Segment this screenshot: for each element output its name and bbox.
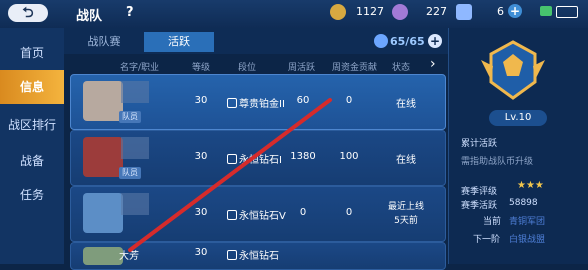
rank: 永恒钻石	[227, 247, 279, 262]
gem-amount: 227	[426, 5, 447, 18]
next-value: 白银战盟	[509, 235, 546, 245]
header-name: 名字/职业	[120, 63, 160, 73]
help-button[interactable]: ?	[126, 5, 134, 20]
gold-amount: 1127	[356, 5, 384, 18]
accum-label: 累计活跃	[461, 139, 498, 149]
tab-bar: 战队赛 活跃 65/65 +	[64, 28, 448, 54]
diamond-icon	[392, 4, 408, 20]
blurred-name	[121, 193, 149, 215]
add-ticket-button[interactable]: +	[508, 4, 522, 18]
team-emblem-icon	[481, 40, 545, 100]
fund: 0	[345, 95, 353, 106]
table-row[interactable]: 大芳 30 永恒钻石	[70, 242, 446, 270]
avatar	[83, 137, 123, 177]
weekly-active: 1380	[290, 151, 316, 162]
sidebar-item-tasks[interactable]: 任务	[0, 178, 64, 212]
rank-icon	[227, 210, 237, 220]
fund: 0	[345, 207, 353, 218]
blurred-name	[121, 137, 149, 159]
table-row[interactable]: 队员 30 永恒钻石I 1380 100 在线	[70, 130, 446, 186]
member-icon	[374, 34, 388, 48]
rank: 永恒钻石V	[227, 207, 286, 222]
battery-icon	[556, 6, 578, 18]
weekly-active: 0	[299, 207, 307, 218]
back-button[interactable]: ⮌	[8, 4, 48, 22]
sidebar-item-prep[interactable]: 战备	[0, 144, 64, 178]
season-label: 赛季评级	[461, 187, 498, 197]
weekly-active: 60	[296, 95, 310, 106]
right-panel: Lv.10 累计活跃 需指助战队币升级 赛季评级 ★★★ 赛季活跃 58898 …	[448, 28, 588, 264]
current-value: 青铜军团	[509, 217, 546, 227]
sidebar-item-home[interactable]: 首页	[0, 36, 64, 70]
status: 在线	[396, 99, 416, 110]
header-rank: 段位	[238, 63, 257, 73]
page-title: 战队	[76, 9, 103, 24]
add-member-button[interactable]: +	[428, 34, 442, 48]
chevron-right-icon[interactable]: ›	[430, 56, 436, 72]
season-active-label: 赛季活跃	[461, 201, 498, 211]
back-arrow-icon: ⮌	[22, 5, 34, 21]
level: 30	[194, 247, 208, 258]
signal-icon	[540, 6, 552, 16]
season-active-value: 58898	[509, 198, 538, 208]
top-bar: ⮌ 战队 ? 1127 227 6 +	[0, 0, 588, 29]
sidebar-item-ranking[interactable]: 战区排行	[0, 108, 64, 142]
role-badge: 队员	[119, 167, 141, 179]
team-level: Lv.10	[489, 110, 547, 126]
level: 30	[194, 95, 208, 106]
next-label: 下一阶	[473, 235, 501, 245]
tab-team-match[interactable]: 战队赛	[74, 32, 134, 52]
member-name: 大芳	[119, 251, 139, 262]
tab-active[interactable]: 活跃	[144, 32, 214, 52]
table-row[interactable]: 30 永恒钻石V 0 0 最近上线 5天前	[70, 186, 446, 242]
current-label: 当前	[483, 217, 502, 227]
need-text: 需指助战队币升级	[461, 157, 534, 167]
avatar	[83, 247, 123, 265]
status: 在线	[396, 155, 416, 166]
header-status: 状态	[392, 63, 411, 73]
avatar	[83, 193, 123, 233]
rank-icon	[227, 98, 237, 108]
ticket-amount: 6	[497, 5, 504, 18]
blurred-name	[121, 81, 149, 103]
header-level: 等级	[192, 63, 211, 73]
sidebar: 首页 信息 战区排行 战备 任务	[0, 28, 64, 264]
rank-icon	[227, 154, 237, 164]
sidebar-item-info[interactable]: 信息	[0, 70, 64, 104]
table-row[interactable]: 队员 30 尊贵铂金II 60 0 在线	[70, 74, 446, 130]
rank: 尊贵铂金II	[227, 95, 285, 110]
level: 30	[194, 207, 208, 218]
header-weekly-active: 周活跃	[288, 63, 316, 73]
card-icon	[456, 4, 472, 20]
level: 30	[194, 151, 208, 162]
fund: 100	[339, 151, 359, 162]
rank-icon	[227, 250, 237, 260]
avatar	[83, 81, 123, 121]
header-fund: 周资金贡献	[332, 63, 378, 73]
coin-icon	[330, 4, 346, 20]
member-count: 65/65	[390, 35, 425, 48]
role-badge: 队员	[119, 111, 141, 123]
season-stars-icon: ★★★	[517, 180, 544, 191]
status-line2: 5天前	[394, 216, 418, 226]
rank: 永恒钻石I	[227, 151, 282, 166]
status-line1: 最近上线	[387, 202, 424, 212]
